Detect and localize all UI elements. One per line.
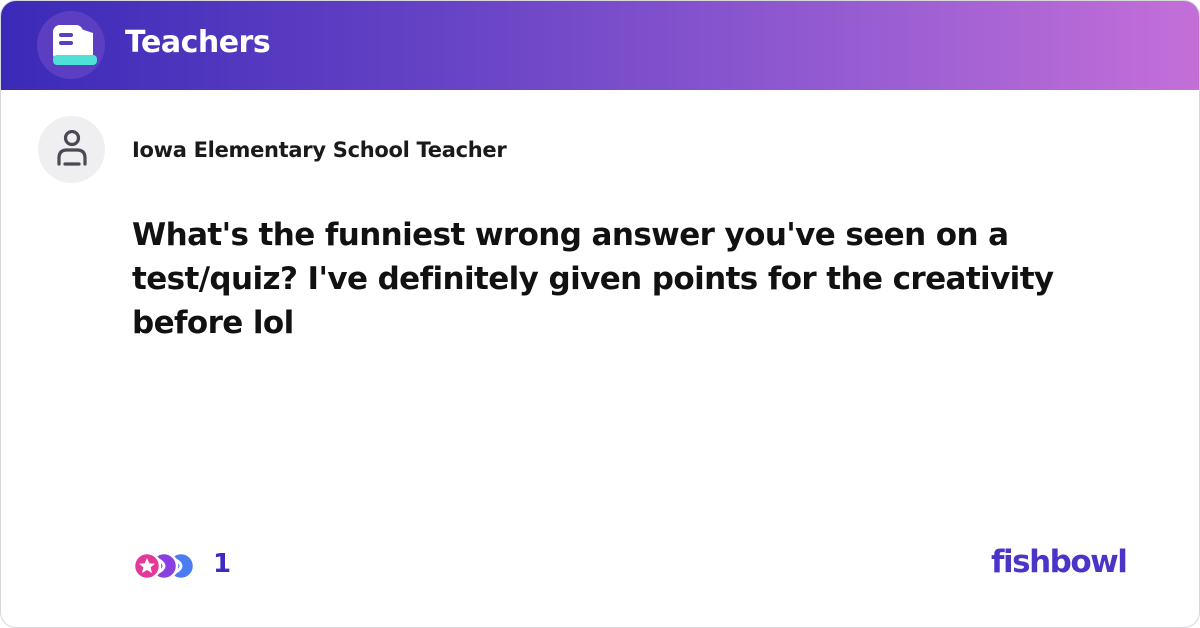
post-card: Teachers Iowa Elementary School Teacher … [0, 0, 1200, 628]
author-avatar[interactable] [38, 116, 105, 183]
reaction-icons[interactable] [131, 550, 201, 582]
bowl-name[interactable]: Teachers [125, 25, 271, 60]
author-name[interactable]: Iowa Elementary School Teacher [132, 138, 507, 162]
bowl-header[interactable]: Teachers [1, 1, 1199, 90]
fishbowl-logo[interactable]: fishbowl [991, 544, 1131, 580]
bowl-logo-icon [37, 11, 105, 79]
reaction-count[interactable]: 1 [213, 549, 231, 579]
post-text: What's the funniest wrong answer you've … [132, 217, 1054, 341]
reaction-icon-pink [132, 551, 162, 581]
user-avatar-icon [57, 130, 87, 166]
